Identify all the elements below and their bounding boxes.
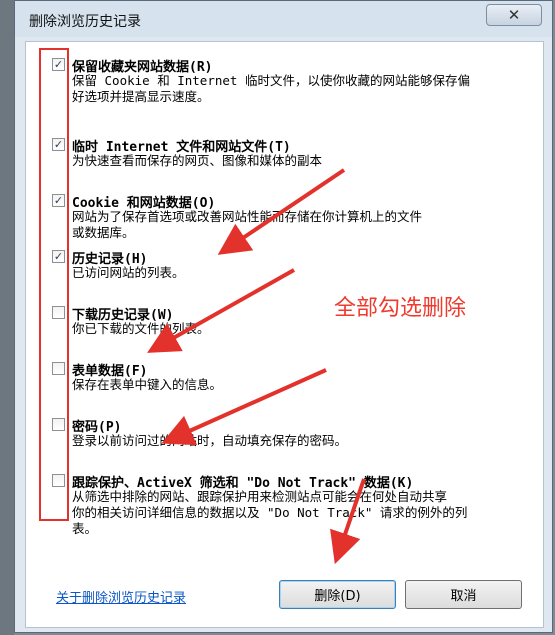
about-delete-history-link[interactable]: 关于删除浏览历史记录 — [56, 587, 186, 606]
delete-history-dialog: 删除浏览历史记录 ✕ ✓ 保留收藏夹网站数据(R) 保留 Cookie 和 In… — [14, 0, 553, 633]
options-panel: ✓ 保留收藏夹网站数据(R) 保留 Cookie 和 Internet 临时文件… — [25, 41, 544, 628]
dialog-title: 删除浏览历史记录 — [29, 14, 141, 30]
annotation-text: 全部勾选删除 — [334, 296, 467, 321]
annotation-arrow — [161, 368, 327, 446]
annotation-arrow — [147, 268, 295, 353]
titlebar: 删除浏览历史记录 ✕ — [15, 1, 552, 37]
annotation-arrow — [217, 168, 346, 255]
background-window — [0, 0, 14, 635]
annotation-arrows — [147, 168, 366, 565]
close-button[interactable]: ✕ — [486, 4, 542, 26]
cancel-button[interactable]: 取消 — [405, 580, 522, 609]
delete-button[interactable]: 删除(D) — [279, 580, 396, 609]
close-icon: ✕ — [507, 6, 521, 24]
annotation-arrow — [330, 478, 366, 565]
